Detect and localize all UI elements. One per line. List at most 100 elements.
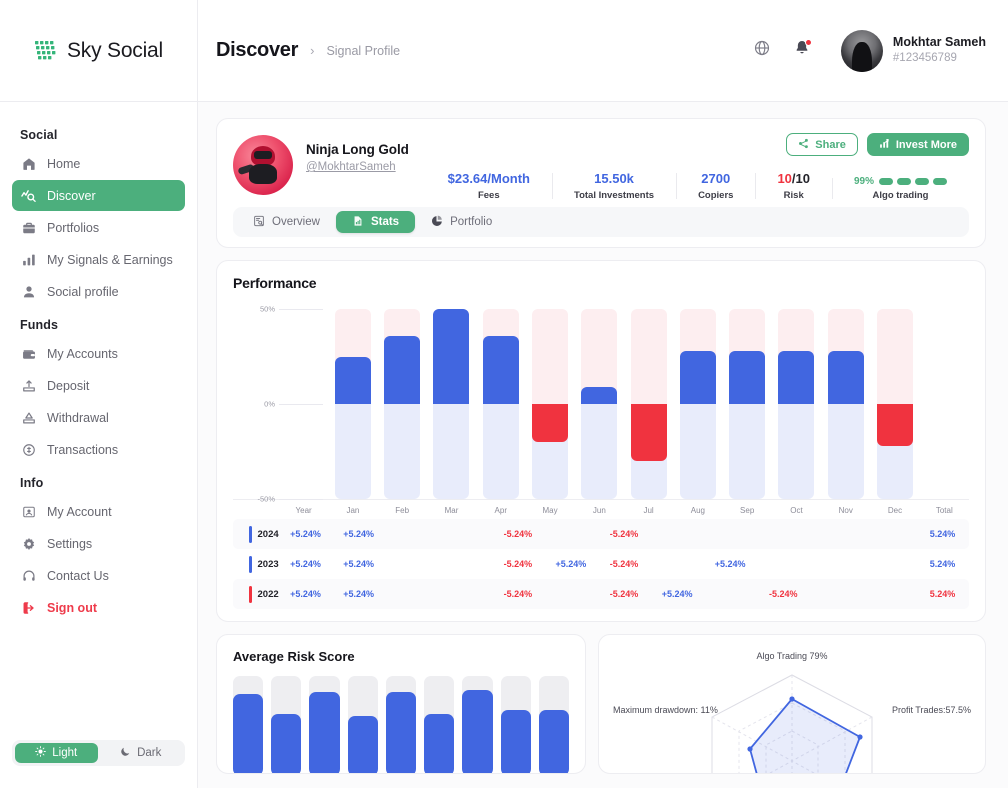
bar-column[interactable] <box>328 309 377 499</box>
bar-column[interactable] <box>821 309 870 499</box>
home-icon <box>21 156 36 171</box>
withdrawal-icon <box>21 410 36 425</box>
risk-bar-fill <box>347 716 378 773</box>
risk-bar-track <box>309 676 340 773</box>
risk-bar-track <box>424 676 455 773</box>
sidebar-item-deposit[interactable]: Deposit <box>12 370 185 401</box>
user-info: Mokhtar Sameh #123456789 <box>893 34 986 66</box>
theme-dark-label: Dark <box>137 747 162 759</box>
sidebar-item-contact-us[interactable]: Contact Us <box>12 560 185 591</box>
content-scroll: Ninja Long Gold @MokhtarSameh Share Inve… <box>198 102 1008 788</box>
signal-handle-link[interactable]: @MokhtarSameh <box>306 161 396 173</box>
wallet-icon <box>21 346 36 361</box>
sidebar-item-transactions[interactable]: Transactions <box>12 434 185 465</box>
sidebar-item-my-account[interactable]: My Account <box>12 496 185 527</box>
bar-track <box>827 309 864 499</box>
tab-portfolio[interactable]: Portfolio <box>415 211 508 233</box>
bar-positive <box>778 350 815 404</box>
bar-track-negative-bg <box>679 404 716 499</box>
y-tick-label: -50% <box>257 494 275 504</box>
stat-label: Risk <box>783 190 804 202</box>
bar-column[interactable] <box>772 309 821 499</box>
year-label: 2023 <box>257 558 279 570</box>
bar-column[interactable] <box>575 309 624 499</box>
bottom-row: Average Risk Score Algo Trading 79% Maxi… <box>216 634 986 774</box>
stat-label: Algo trading <box>872 190 929 202</box>
user-id: #123456789 <box>892 52 957 65</box>
invest-more-button[interactable]: Invest More <box>866 133 969 156</box>
risk-bar-fill <box>233 694 264 773</box>
brand-name: Sky Social <box>66 38 164 62</box>
risk-bar-track <box>347 676 378 773</box>
theme-dark-button[interactable]: Dark <box>100 743 183 763</box>
risk-bar-fill <box>538 710 569 773</box>
risk-bar-track <box>271 676 302 773</box>
sidebar-item-home[interactable]: Home <box>12 148 185 179</box>
bar-column[interactable] <box>870 309 919 499</box>
risk-bar-track <box>500 676 531 773</box>
sidebar-item-settings[interactable]: Settings <box>12 528 185 559</box>
share-button[interactable]: Share <box>786 133 858 156</box>
x-axis-label: Feb <box>395 506 410 515</box>
y-tick-label: 50% <box>259 304 275 314</box>
notifications-button[interactable] <box>787 36 817 66</box>
tab-overview[interactable]: Overview <box>237 211 336 233</box>
bar-track <box>384 309 421 499</box>
bar-track-negative-bg <box>778 404 815 499</box>
headset-icon <box>21 568 36 583</box>
x-axis-label: Sep <box>740 506 755 515</box>
bar-column[interactable] <box>624 309 673 499</box>
avatar <box>840 29 883 72</box>
sidebar-item-discover[interactable]: Discover <box>12 180 185 211</box>
performance-table: 2024 +5.24% +5.24% -5.24% -5.24% 5.24% 2023 +5.… <box>233 519 969 609</box>
breadcrumb-sub: Signal Profile <box>326 43 401 58</box>
x-axis-label: Apr <box>494 506 507 515</box>
signal-profile-card: Ninja Long Gold @MokhtarSameh Share Inve… <box>216 118 986 248</box>
bar-column[interactable] <box>378 309 427 499</box>
sidebar-item-my-accounts[interactable]: My Accounts <box>12 338 185 369</box>
bar-track-negative-bg <box>729 404 766 499</box>
sidebar-item-my-signals-earnings[interactable]: My Signals & Earnings <box>12 244 185 275</box>
sidebar-item-social-profile[interactable]: Social profile <box>12 276 185 307</box>
stat-label: Fees <box>477 190 500 202</box>
sidebar-item-label: Social profile <box>47 284 119 299</box>
algo-dots <box>879 178 947 186</box>
sidebar-item-portfolios[interactable]: Portfolios <box>12 212 185 243</box>
bar-column[interactable] <box>525 309 574 499</box>
bar-track-positive-bg <box>630 309 667 404</box>
theme-light-button[interactable]: Light <box>15 743 98 763</box>
sidebar-item-label: Deposit <box>47 378 90 393</box>
bar-column[interactable] <box>427 309 476 499</box>
stat-value: 15.50k <box>594 171 634 186</box>
profile-stats: $23.64/Month Fees 15.50k Total Investmen… <box>426 171 969 201</box>
account-card-icon <box>21 504 36 519</box>
brand-logo[interactable]: Sky Social <box>0 0 197 102</box>
tab-stats[interactable]: Stats <box>335 211 416 233</box>
table-cell: -5.24% <box>503 559 533 569</box>
language-globe-button[interactable] <box>747 36 777 66</box>
sidebar-item-sign-out[interactable]: Sign out <box>12 592 185 623</box>
bar-positive <box>581 386 618 404</box>
bar-column[interactable] <box>723 309 772 499</box>
sidebar-item-withdrawal[interactable]: Withdrawal <box>12 402 185 433</box>
table-row: 2023 +5.24% +5.24% -5.24% +5.24% -5.24% +5.24%… <box>233 549 969 579</box>
table-cell: +5.24% <box>343 529 374 539</box>
risk-bar-track <box>538 676 569 773</box>
bar-col-total <box>920 309 969 499</box>
tab-label: Overview <box>272 216 320 228</box>
bar-column[interactable] <box>673 309 722 499</box>
stat-value: 10/10 <box>777 171 810 187</box>
theme-toggle[interactable]: Light Dark <box>12 740 185 766</box>
table-cell: +5.24% <box>555 559 587 569</box>
sidebar-item-label: My Account <box>47 504 112 519</box>
sidebar-item-label: Contact Us <box>47 568 109 583</box>
bar-positive <box>433 309 470 404</box>
user-menu[interactable]: Mokhtar Sameh #123456789 <box>840 29 986 72</box>
bar-series <box>279 309 969 499</box>
bar-column[interactable] <box>476 309 525 499</box>
globe-icon <box>753 39 771 62</box>
table-row: 2024 +5.24% +5.24% -5.24% -5.24% 5.24% <box>233 519 969 549</box>
risk-bar-fill <box>271 714 302 773</box>
x-axis-label: Nov <box>838 506 853 515</box>
table-cell: -5.24% <box>609 589 639 599</box>
